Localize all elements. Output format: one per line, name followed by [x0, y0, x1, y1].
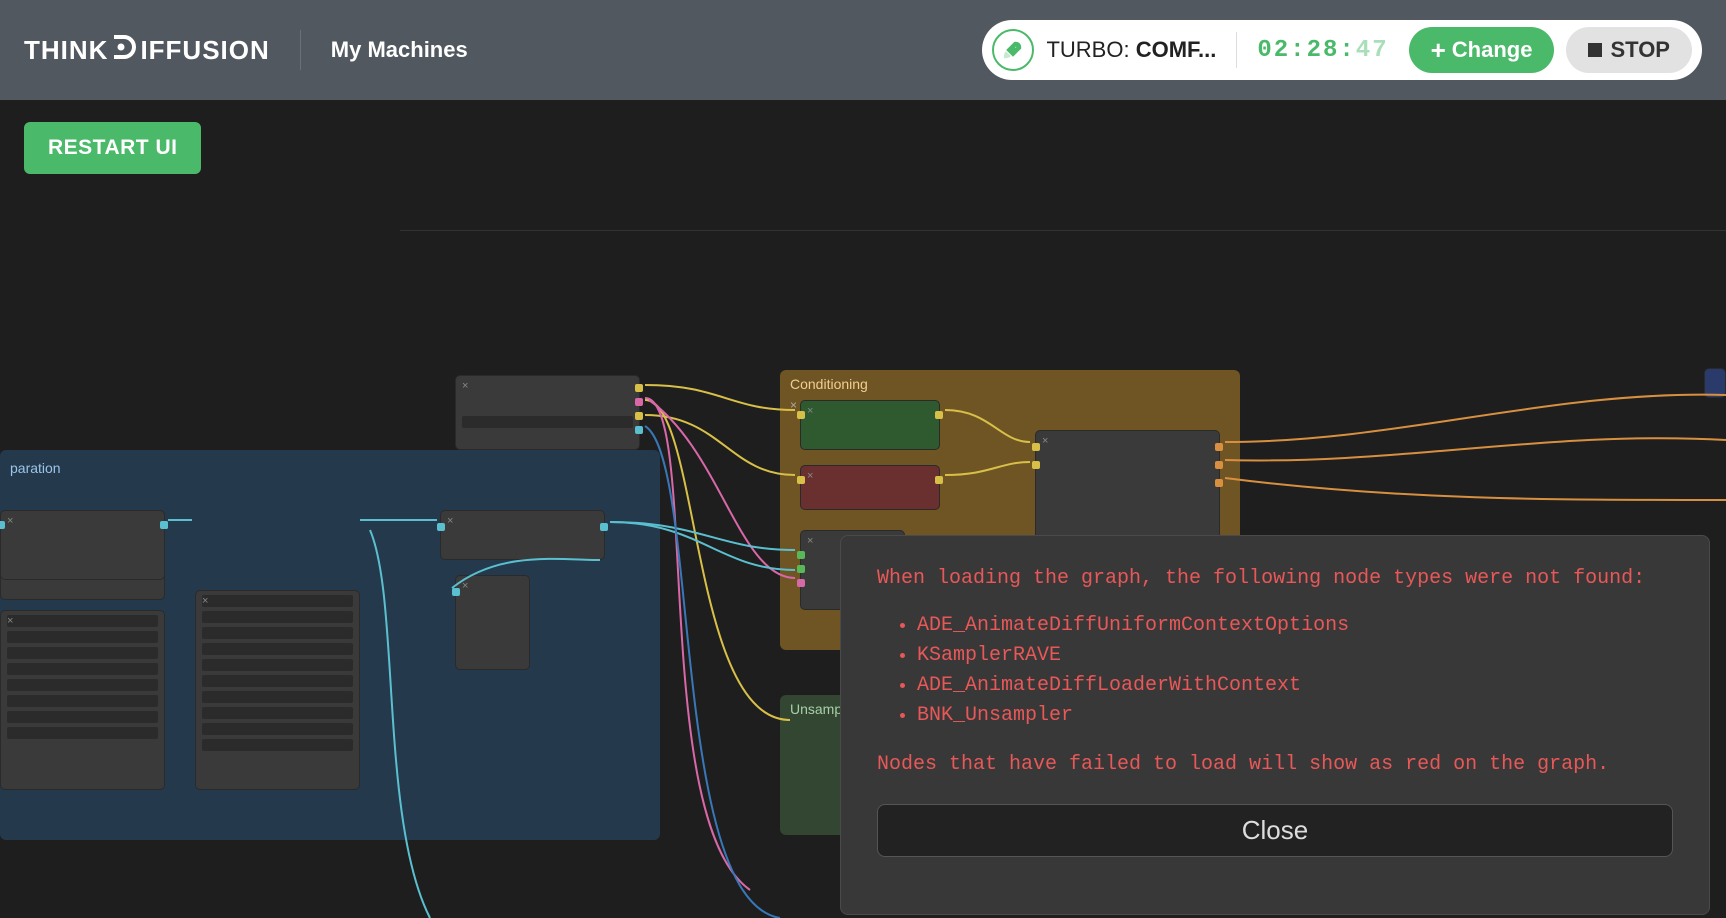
missing-node-item: BNK_Unsampler	[917, 702, 1673, 730]
port[interactable]	[635, 426, 643, 434]
port[interactable]	[797, 579, 805, 587]
graph-node[interactable]: ×	[0, 610, 165, 790]
change-label: Change	[1452, 37, 1533, 63]
port[interactable]	[1032, 443, 1040, 451]
logo-text-2: IFFUSION	[140, 35, 269, 66]
group-preparation-title: paration	[10, 460, 61, 476]
error-message-line2: Nodes that have failed to load will show…	[877, 750, 1673, 780]
port[interactable]	[437, 523, 445, 531]
nav-my-machines[interactable]: My Machines	[331, 37, 468, 63]
close-icon[interactable]: ×	[7, 515, 13, 527]
canvas-border	[400, 230, 1726, 232]
change-button[interactable]: + Change	[1409, 27, 1555, 73]
logo[interactable]: THINK IFFUSION	[24, 33, 270, 68]
stop-button[interactable]: STOP	[1566, 27, 1692, 73]
missing-node-item: ADE_AnimateDiffLoaderWithContext	[917, 672, 1673, 700]
close-icon[interactable]: ×	[807, 470, 813, 482]
header-bar: THINK IFFUSION My Machines TURBO: COMF..…	[0, 0, 1726, 100]
close-button[interactable]: Close	[877, 804, 1673, 857]
port[interactable]	[797, 476, 805, 484]
restart-ui-button[interactable]: RESTART UI	[24, 122, 201, 174]
graph-node[interactable]: ×	[440, 510, 605, 560]
error-message-line1: When loading the graph, the following no…	[877, 564, 1673, 594]
port[interactable]	[935, 411, 943, 419]
port[interactable]	[1215, 443, 1223, 451]
port[interactable]	[935, 476, 943, 484]
close-icon[interactable]: ×	[202, 595, 208, 607]
graph-node[interactable]: ×	[1035, 430, 1220, 545]
port[interactable]	[160, 521, 168, 529]
missing-node-item: KSamplerRAVE	[917, 642, 1673, 670]
graph-node[interactable]: ×	[800, 465, 940, 510]
timer-main: 02:28:	[1257, 37, 1355, 64]
port[interactable]	[635, 384, 643, 392]
port[interactable]	[452, 588, 460, 596]
port[interactable]	[797, 565, 805, 573]
machine-prefix: TURBO:	[1046, 37, 1135, 62]
port[interactable]	[635, 398, 643, 406]
port[interactable]	[797, 411, 805, 419]
port[interactable]	[0, 521, 5, 529]
logo-text-1: THINK	[24, 35, 108, 66]
pill-separator	[1236, 32, 1237, 68]
status-pill: TURBO: COMF... 02:28:47 + Change STOP	[982, 20, 1702, 80]
machine-name[interactable]: TURBO: COMF...	[1046, 37, 1224, 63]
close-icon[interactable]: ×	[447, 515, 453, 527]
node-canvas[interactable]: paration Conditioning × Unsamp × × × × ×…	[0, 100, 1726, 918]
group-unsample-title: Unsamp	[790, 701, 842, 717]
close-icon[interactable]: ×	[807, 405, 813, 417]
close-icon[interactable]: ×	[462, 580, 468, 592]
machine-name-bold: COMF...	[1136, 37, 1217, 62]
rocket-icon[interactable]	[992, 29, 1034, 71]
port[interactable]	[635, 412, 643, 420]
close-icon[interactable]: ×	[807, 535, 813, 547]
port[interactable]	[600, 523, 608, 531]
close-icon[interactable]: ×	[790, 398, 797, 412]
stop-square-icon	[1588, 43, 1602, 57]
graph-node[interactable]: ×	[455, 575, 530, 670]
graph-node[interactable]: ×	[195, 590, 360, 790]
port[interactable]	[1215, 461, 1223, 469]
port[interactable]	[1032, 461, 1040, 469]
missing-node-item: ADE_AnimateDiffUniformContextOptions	[917, 612, 1673, 640]
close-icon[interactable]: ×	[1042, 435, 1048, 447]
close-icon[interactable]: ×	[462, 380, 468, 392]
port[interactable]	[797, 551, 805, 559]
close-icon[interactable]: ×	[7, 615, 13, 627]
logo-d-icon	[110, 33, 138, 68]
graph-node[interactable]: ×	[0, 510, 165, 580]
error-missing-nodes-list: ADE_AnimateDiffUniformContextOptions KSa…	[917, 612, 1673, 730]
timer: 02:28:47	[1249, 37, 1396, 64]
error-modal: When loading the graph, the following no…	[840, 535, 1710, 915]
stop-label: STOP	[1610, 37, 1670, 63]
header-divider	[300, 30, 301, 70]
port[interactable]	[1215, 479, 1223, 487]
graph-node[interactable]	[1704, 368, 1726, 398]
timer-seconds: 47	[1356, 37, 1389, 64]
plus-icon: +	[1431, 35, 1446, 66]
graph-node[interactable]: ×	[455, 375, 640, 450]
group-conditioning-title: Conditioning	[790, 376, 868, 392]
graph-node[interactable]: ×	[800, 400, 940, 450]
